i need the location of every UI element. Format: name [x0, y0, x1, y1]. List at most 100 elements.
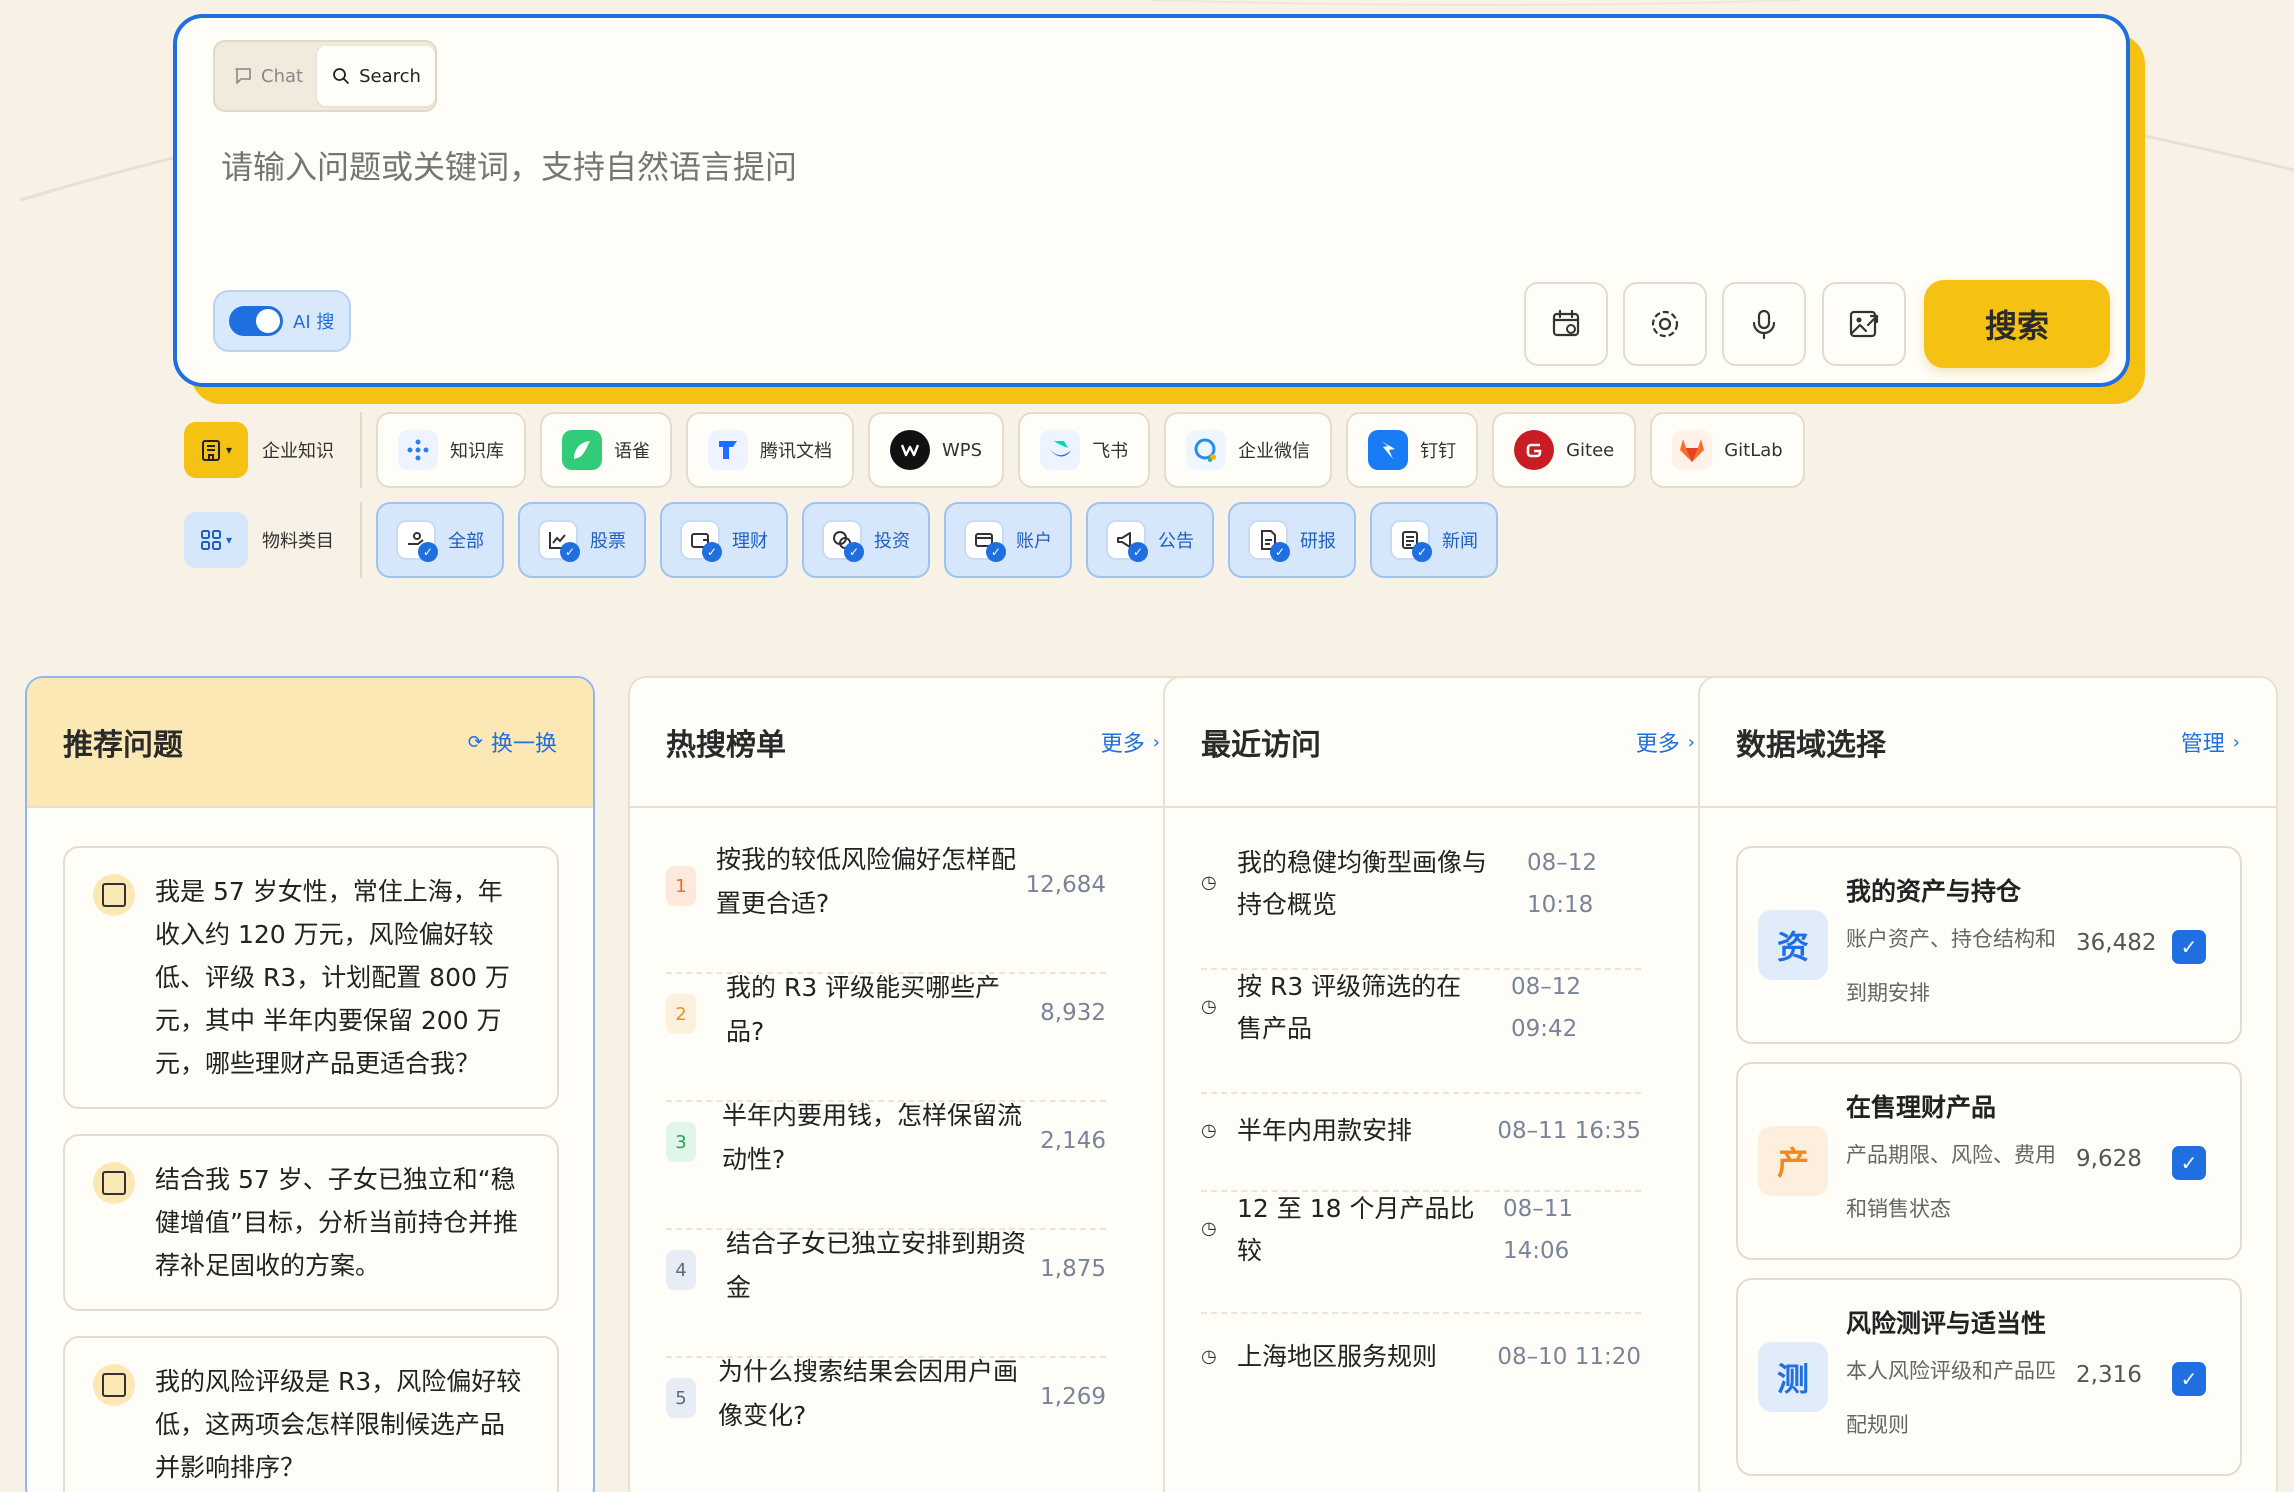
domain-badge: 资: [1758, 910, 1828, 980]
hot-more-link[interactable]: 更多 ›: [1101, 726, 1160, 758]
clock-icon: ◷: [1201, 996, 1217, 1017]
source-chip-gitee[interactable]: Gitee: [1492, 412, 1637, 488]
source-chip-gitlab[interactable]: GitLab: [1650, 412, 1805, 488]
source-chip-yuque[interactable]: 语雀: [540, 412, 672, 488]
rank-badge: 5: [666, 1378, 696, 1418]
hot-item-text: 按我的较低风险偏好怎样配置更合适?: [716, 845, 1017, 918]
enterprise-knowledge-toggle[interactable]: ▾: [184, 422, 248, 478]
domain-desc: 本人风险评级和产品匹配规则: [1846, 1359, 2056, 1437]
domain-checkbox[interactable]: ✓: [2172, 1146, 2206, 1180]
tab-chat[interactable]: Chat: [219, 46, 317, 106]
calendar-button[interactable]: [1524, 282, 1608, 366]
wps-logo-icon: [890, 430, 930, 470]
hot-item[interactable]: 4 结合子女已独立安排到期资金 1,875: [666, 1229, 1106, 1358]
category-chip-all[interactable]: ✓ 全部: [376, 502, 504, 578]
recent-item[interactable]: ◷ 上海地区服务规则 08–10 11:20: [1201, 1326, 1641, 1412]
data-domain-card: 数据域选择 管理 › 资 我的资产与持仓 账户资产、持仓结构和到期安排 36,4…: [1698, 676, 2278, 1492]
category-chip-wealth[interactable]: ✓ 理财: [660, 502, 788, 578]
search-input[interactable]: [221, 148, 1421, 186]
source-chip-label: 腾讯文档: [760, 441, 832, 462]
category-chip-label: 公告: [1158, 531, 1194, 552]
recent-item-text: 我的稳健均衡型画像与 持仓概览: [1237, 848, 1488, 919]
category-chip-stocks[interactable]: ✓ 股票: [518, 502, 646, 578]
domain-name: 风险测评与适当性: [1846, 1309, 2047, 1338]
hot-card-header: 热搜榜单 更多 ›: [630, 678, 1196, 808]
settings-button[interactable]: [1623, 282, 1707, 366]
domain-item-products[interactable]: 产 在售理财产品 产品期限、风险、费用和销售状态 9,628 ✓: [1736, 1062, 2242, 1260]
hot-item[interactable]: 3 半年内要用钱，怎样保留流动性? 2,146: [666, 1101, 1106, 1230]
source-chip-feishu[interactable]: 飞书: [1018, 412, 1151, 488]
recommend-item[interactable]: 结合我 57 岁、子女已独立和“稳健增值”目标，分析当前持仓并推荐补足固收的方案…: [63, 1134, 559, 1311]
hot-item[interactable]: 2 我的 R3 评级能买哪些产品? 8,932: [666, 973, 1106, 1102]
checkbox-icon: [93, 1162, 135, 1204]
category-chip-label: 全部: [448, 531, 484, 552]
recent-item[interactable]: ◷ 我的稳健均衡型画像与 持仓概览 08–12 10:18: [1201, 848, 1641, 970]
category-chip-label: 投资: [874, 531, 910, 552]
microphone-icon: [1752, 309, 1776, 340]
chevron-right-icon: ›: [2232, 731, 2240, 753]
ai-switch[interactable]: [229, 306, 283, 336]
domain-checkbox[interactable]: ✓: [2172, 1362, 2206, 1396]
recent-item[interactable]: ◷ 12 至 18 个月产品比较 08–11 14:06: [1201, 1194, 1641, 1314]
rank-badge: 3: [666, 1122, 696, 1162]
report-icon: ✓: [1248, 520, 1290, 562]
category-chip-news[interactable]: ✓ 新闻: [1370, 502, 1498, 578]
source-chip-dingtalk[interactable]: 钉钉: [1346, 412, 1479, 488]
hot-item-text: 为什么搜索结果会因用户画像变化?: [718, 1357, 1019, 1430]
category-chip-account[interactable]: ✓ 账户: [944, 502, 1072, 578]
category-chip-label: 理财: [732, 531, 768, 552]
recommend-item[interactable]: 我是 57 岁女性，常住上海，年收入约 120 万元，风险偏好较低、评级 R3，…: [63, 846, 559, 1109]
clock-icon: ◷: [1201, 1218, 1217, 1239]
wecom-logo-icon: [1186, 430, 1227, 470]
hot-item[interactable]: 1 按我的较低风险偏好怎样配置更合适? 12,684: [666, 845, 1106, 974]
category-toggle[interactable]: ▾: [184, 512, 248, 568]
category-chip-research[interactable]: ✓ 研报: [1228, 502, 1356, 578]
source-chip-wecom[interactable]: 企业微信: [1164, 412, 1333, 488]
knowledge-base-logo-icon: [398, 430, 438, 470]
domain-badge: 产: [1758, 1126, 1828, 1196]
recent-card-header: 最近访问 更多 ›: [1165, 678, 1731, 808]
recommend-item[interactable]: 我的风险评级是 R3，风险偏好较低，这两项会怎样限制候选产品并影响排序？: [63, 1336, 559, 1492]
search-submit-button[interactable]: 搜索: [1924, 280, 2110, 368]
chevron-down-icon: ▾: [225, 533, 233, 547]
recent-item[interactable]: ◷ 按 R3 评级筛选的在 售产品 08–12 09:42: [1201, 972, 1641, 1094]
tencent-docs-logo-icon: [708, 430, 748, 470]
hot-item[interactable]: 5 为什么搜索结果会因用户画像变化? 1,269: [666, 1357, 1106, 1486]
image-upload-icon: [1849, 310, 1879, 338]
recent-item-time: 08–11 16:35: [1497, 1118, 1641, 1144]
hot-item-count: 2,146: [1040, 1128, 1106, 1154]
refresh-button[interactable]: ⟳ 换一换: [468, 726, 557, 758]
chevron-right-icon: ›: [1687, 731, 1695, 753]
source-chip-tencent-docs[interactable]: 腾讯文档: [686, 412, 854, 488]
image-upload-button[interactable]: [1822, 282, 1906, 366]
tab-search[interactable]: Search: [317, 46, 435, 106]
source-chip-knowledge-base[interactable]: 知识库: [376, 412, 526, 488]
recent-item-time: 08–11 14:06: [1503, 1196, 1574, 1264]
recent-item[interactable]: ◷ 半年内用款安排 08–11 16:35: [1201, 1106, 1641, 1192]
gitlab-logo-icon: [1672, 430, 1713, 470]
tab-chat-label: Chat: [261, 65, 304, 87]
recent-more-link[interactable]: 更多 ›: [1636, 726, 1695, 758]
domain-manage-link[interactable]: 管理 ›: [2181, 726, 2240, 758]
domain-item-risk[interactable]: 测 风险测评与适当性 本人风险评级和产品匹配规则 2,316 ✓: [1736, 1278, 2242, 1476]
ai-search-toggle[interactable]: AI 搜: [213, 290, 351, 352]
clock-icon: ◷: [1201, 1346, 1217, 1367]
category-chip-label: 研报: [1300, 531, 1336, 552]
refresh-label: 换一换: [490, 732, 557, 757]
domain-item-assets[interactable]: 资 我的资产与持仓 账户资产、持仓结构和到期安排 36,482 ✓: [1736, 846, 2242, 1044]
recommend-item-text: 我是 57 岁女性，常住上海，年收入约 120 万元，风险偏好较低、评级 R3，…: [155, 877, 510, 1078]
refresh-icon: ⟳: [467, 731, 483, 753]
news-icon: ✓: [1390, 520, 1432, 562]
source-chip-wps[interactable]: WPS: [868, 412, 1005, 488]
domain-name: 我的资产与持仓: [1846, 877, 2022, 906]
category-chip-announcement[interactable]: ✓ 公告: [1086, 502, 1214, 578]
recent-card-title: 最近访问: [1201, 728, 1321, 763]
recommend-item-text: 我的风险评级是 R3，风险偏好较低，这两项会怎样限制候选产品并影响排序？: [155, 1367, 522, 1482]
voice-button[interactable]: [1722, 282, 1806, 366]
category-row-head: ▾ 物料类目: [184, 512, 354, 568]
recent-item-text: 12 至 18 个月产品比较: [1237, 1194, 1475, 1265]
recent-item-text: 半年内用款安排: [1237, 1116, 1413, 1145]
category-chip-investment[interactable]: ✓ 投资: [802, 502, 930, 578]
domain-checkbox[interactable]: ✓: [2172, 930, 2206, 964]
domain-count: 2,316: [2076, 1362, 2142, 1388]
